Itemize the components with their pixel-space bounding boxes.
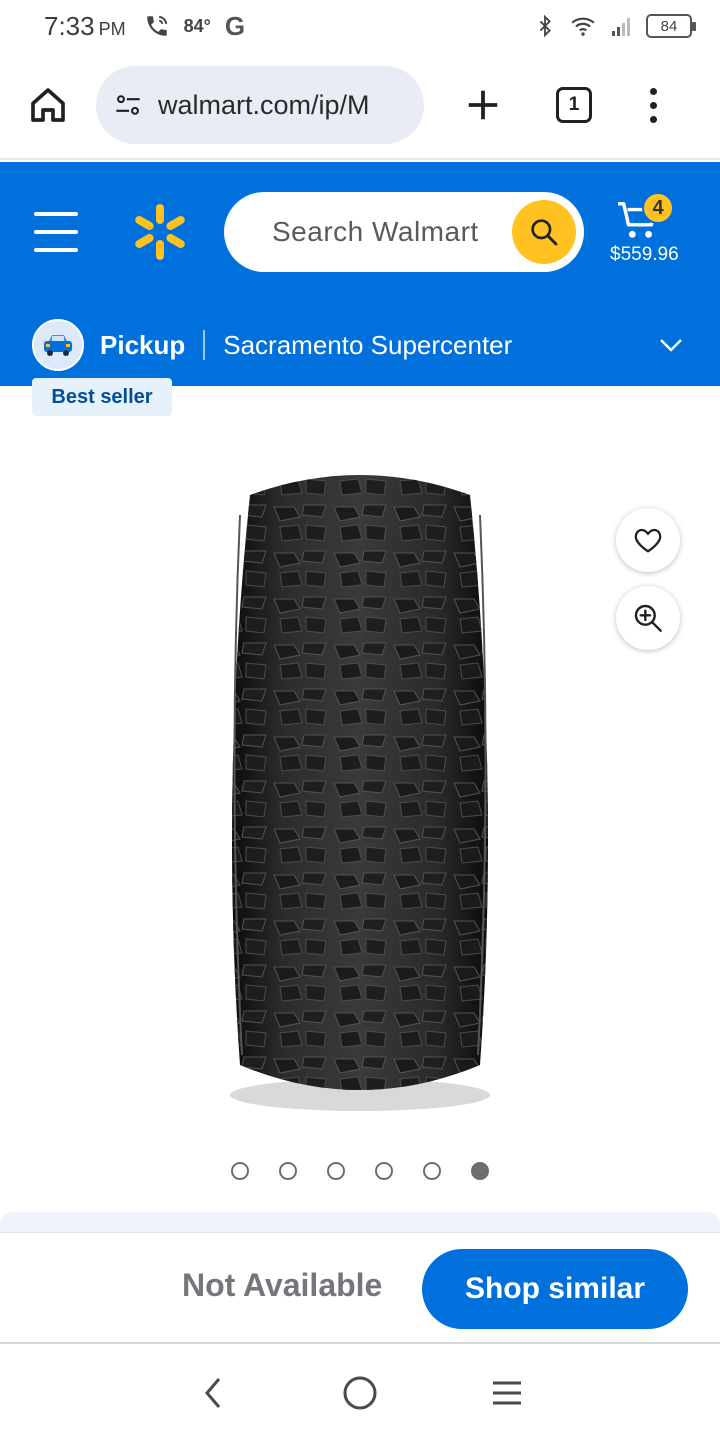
recents-button[interactable] bbox=[477, 1363, 537, 1423]
cart-count-badge: 4 bbox=[642, 192, 674, 224]
tabs-count: 1 bbox=[568, 94, 580, 115]
walmart-top-bar: Search Walmart 4 $559.96 bbox=[0, 162, 720, 302]
chevron-down-icon[interactable] bbox=[658, 337, 684, 353]
home-icon bbox=[31, 88, 65, 122]
home-circle-icon bbox=[343, 1376, 377, 1410]
search-placeholder: Search Walmart bbox=[272, 216, 479, 247]
new-tab-button[interactable] bbox=[458, 77, 508, 133]
battery-icon: 84 bbox=[646, 14, 696, 38]
carousel-dot[interactable] bbox=[423, 1162, 441, 1180]
battery-level: 84 bbox=[660, 17, 678, 35]
status-right: 84 bbox=[534, 13, 696, 39]
status-ampm: PM bbox=[98, 18, 126, 39]
signal-icon bbox=[612, 18, 630, 36]
google-icon: G bbox=[224, 10, 246, 41]
url-text: walmart.com/ip/M bbox=[158, 89, 370, 120]
image-carousel-dots bbox=[0, 1162, 720, 1180]
car-icon bbox=[32, 319, 84, 371]
back-icon bbox=[205, 1378, 221, 1408]
zoom-in-icon bbox=[634, 604, 662, 632]
carousel-dot[interactable] bbox=[375, 1162, 393, 1180]
pickup-selector[interactable]: Pickup Sacramento Supercenter bbox=[0, 312, 720, 378]
browser-toolbar: walmart.com/ip/M 1 bbox=[0, 52, 720, 160]
heart-icon bbox=[634, 528, 662, 553]
status-bar: 7:33 PM 84° G 84 bbox=[0, 0, 720, 52]
cart-total: $559.96 bbox=[610, 244, 679, 265]
search-button[interactable] bbox=[512, 200, 576, 264]
availability-status: Not Available bbox=[182, 1267, 383, 1303]
address-bar[interactable]: walmart.com/ip/M bbox=[96, 66, 424, 144]
details-card-edge bbox=[0, 1212, 720, 1234]
bluetooth-icon bbox=[539, 14, 551, 38]
carousel-dot[interactable] bbox=[231, 1162, 249, 1180]
zoom-button[interactable] bbox=[616, 586, 680, 650]
plus-icon bbox=[468, 90, 498, 120]
shop-similar-button[interactable]: Shop similar bbox=[422, 1249, 688, 1329]
status-left-icons: 84° G bbox=[144, 11, 245, 42]
walmart-header: Search Walmart 4 $559.96 Pickup Sacramen… bbox=[0, 162, 720, 386]
favorite-button[interactable] bbox=[616, 508, 680, 572]
recents-icon bbox=[492, 1381, 521, 1405]
search-input[interactable]: Search Walmart bbox=[224, 192, 584, 272]
status-time-value: 7:33 bbox=[44, 10, 95, 41]
hamburger-icon[interactable] bbox=[34, 212, 78, 252]
browser-home-button[interactable] bbox=[20, 77, 76, 133]
bottom-action-bar: Not Available Shop similar bbox=[0, 1232, 720, 1344]
pickup-label: Pickup bbox=[100, 329, 186, 360]
carousel-dot[interactable] bbox=[327, 1162, 345, 1180]
wifi-icon bbox=[571, 17, 595, 36]
best-seller-badge: Best seller bbox=[32, 378, 172, 416]
walmart-spark-icon[interactable] bbox=[130, 202, 190, 262]
carousel-dot-active[interactable] bbox=[471, 1162, 489, 1180]
pickup-divider bbox=[203, 330, 206, 360]
product-image-tire[interactable] bbox=[210, 455, 510, 1115]
home-nav-button[interactable] bbox=[330, 1363, 390, 1423]
search-icon bbox=[531, 219, 558, 246]
wifi-calling-icon bbox=[146, 15, 167, 36]
tabs-button[interactable]: 1 bbox=[556, 87, 592, 123]
carousel-dot[interactable] bbox=[279, 1162, 297, 1180]
cart-button[interactable]: 4 $559.96 bbox=[610, 190, 700, 280]
status-time: 7:33 PM bbox=[44, 11, 126, 42]
site-settings-icon[interactable] bbox=[112, 91, 144, 119]
more-icon[interactable] bbox=[650, 87, 657, 123]
status-temperature: 84° bbox=[183, 15, 211, 36]
system-nav-bar bbox=[0, 1346, 720, 1440]
back-button[interactable] bbox=[183, 1363, 243, 1423]
store-name: Sacramento Supercenter bbox=[223, 329, 513, 360]
